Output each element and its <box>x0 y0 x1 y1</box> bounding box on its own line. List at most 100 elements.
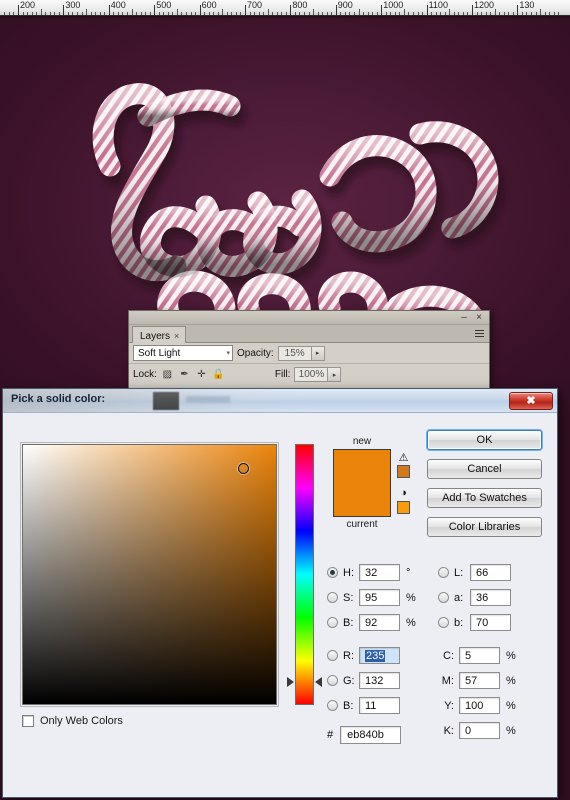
brightness-row[interactable]: B: 92 % <box>327 610 416 635</box>
hue-slider-handle-left[interactable] <box>287 677 294 687</box>
brightness-input[interactable]: 92 <box>359 614 400 631</box>
ruler-tick <box>390 12 392 15</box>
ruler-tick <box>490 12 492 15</box>
ruler-tick <box>36 12 38 15</box>
only-web-colors-row[interactable]: Only Web Colors <box>22 715 123 727</box>
hue-slider[interactable] <box>287 444 322 705</box>
ruler-tick <box>185 12 187 15</box>
blue-row[interactable]: B: 11 <box>327 693 400 718</box>
hue-slider-handle-right[interactable] <box>315 677 322 687</box>
yellow-row[interactable]: Y: 100 % <box>438 693 516 718</box>
ruler-tick <box>81 12 83 15</box>
fill-stepper[interactable]: ▸ <box>328 367 342 382</box>
lab-a-radio[interactable] <box>438 592 449 603</box>
brightness-label: B: <box>343 616 354 629</box>
ok-button[interactable]: OK <box>427 430 542 450</box>
blend-mode-value: Soft Light <box>138 347 181 359</box>
lightness-input[interactable]: 66 <box>470 564 511 581</box>
opacity-control[interactable]: 15% ▸ <box>277 345 325 361</box>
fill-control[interactable]: 100% ▸ <box>294 367 342 382</box>
cyan-row[interactable]: C: 5 % <box>438 643 516 668</box>
magenta-label: M: <box>441 674 454 687</box>
hue-radio[interactable] <box>327 567 338 578</box>
ruler-tick <box>272 12 274 15</box>
ruler-tick <box>167 12 169 15</box>
ruler-tick <box>367 12 369 15</box>
green-row[interactable]: G: 132 <box>327 668 400 693</box>
ruler-tick <box>249 12 251 15</box>
brightness-radio[interactable] <box>327 617 338 628</box>
cancel-button[interactable]: Cancel <box>427 459 542 479</box>
gamut-warning-swatch[interactable] <box>397 465 410 478</box>
cyan-input[interactable]: 5 <box>459 647 500 664</box>
color-field-marker[interactable] <box>238 463 249 474</box>
add-to-swatches-button[interactable]: Add To Swatches <box>427 488 542 508</box>
red-input[interactable]: 235 <box>359 647 400 664</box>
layers-panel-titlebar[interactable]: – × <box>129 311 489 325</box>
ruler-tick <box>326 12 328 15</box>
red-row[interactable]: R: 235 <box>327 643 400 668</box>
lab-b-label: b: <box>454 616 464 629</box>
minimize-icon[interactable]: – <box>459 313 469 323</box>
lab-b-row[interactable]: b: 70 <box>438 610 511 635</box>
web-safe-swatch[interactable] <box>397 501 410 514</box>
hue-spectrum-bar[interactable] <box>295 444 314 705</box>
lock-all-icon[interactable]: 🔒 <box>212 368 225 381</box>
ruler-tick <box>481 12 483 15</box>
black-input[interactable]: 0 <box>459 722 500 739</box>
layers-panel-tabrow[interactable]: Layers × <box>129 325 489 343</box>
tab-layers[interactable]: Layers × <box>132 326 187 343</box>
close-icon[interactable]: ✖ <box>509 392 553 410</box>
ruler-tick <box>245 5 246 15</box>
ruler-tick <box>508 12 510 15</box>
lightness-radio[interactable] <box>438 567 449 578</box>
only-web-colors-checkbox[interactable] <box>22 715 34 727</box>
ruler-label: 600 <box>201 0 217 10</box>
green-radio[interactable] <box>327 675 338 686</box>
blue-input[interactable]: 11 <box>359 697 400 714</box>
lab-b-input[interactable]: 70 <box>470 614 511 631</box>
new-current-color-swatch[interactable] <box>333 449 391 517</box>
web-safe-warning-icon[interactable]: ◑ <box>396 486 411 500</box>
ruler-tick <box>531 12 533 15</box>
gamut-warning-icon[interactable]: ⚠ <box>396 450 411 464</box>
lightness-row[interactable]: L: 66 <box>438 560 511 585</box>
lab-b-radio[interactable] <box>438 617 449 628</box>
ruler-tick <box>117 12 119 15</box>
fill-input[interactable]: 100% <box>294 367 329 382</box>
ruler-tick <box>86 9 88 15</box>
saturation-row[interactable]: S: 95 % <box>327 585 416 610</box>
saturation-radio[interactable] <box>327 592 338 603</box>
saturation-input[interactable]: 95 <box>359 589 400 606</box>
magenta-input[interactable]: 57 <box>459 672 500 689</box>
horizontal-ruler[interactable]: 200 300 400 500 600 700 800 900 1000 1100 1200 130 <box>0 0 570 16</box>
close-icon[interactable]: × <box>474 313 484 323</box>
tab-close-icon[interactable]: × <box>174 331 179 341</box>
blue-radio[interactable] <box>327 700 338 711</box>
lock-transparent-pixels-icon[interactable]: ▨ <box>161 368 174 381</box>
fill-label: Fill: <box>274 369 291 380</box>
saturation-brightness-field[interactable] <box>22 444 277 705</box>
hue-row[interactable]: H: 32 ° <box>327 560 416 585</box>
blend-mode-select[interactable]: Soft Light ▾ <box>133 345 233 361</box>
black-row[interactable]: K: 0 % <box>438 718 516 743</box>
color-libraries-button[interactable]: Color Libraries <box>427 517 542 537</box>
layers-panel[interactable]: – × Layers × Soft Light ▾ Opacity: 15% ▸… <box>128 310 490 390</box>
panel-menu-icon[interactable] <box>473 328 485 339</box>
hue-input[interactable]: 32 <box>359 564 400 581</box>
opacity-stepper[interactable]: ▸ <box>311 345 325 361</box>
lock-image-pixels-icon[interactable]: ✒ <box>178 368 191 381</box>
hex-input[interactable]: eb840b <box>340 726 402 744</box>
hex-row[interactable]: # eb840b <box>327 726 402 744</box>
opacity-input[interactable]: 15% <box>277 345 312 361</box>
magenta-row[interactable]: M: 57 % <box>438 668 516 693</box>
green-input[interactable]: 132 <box>359 672 400 689</box>
red-radio[interactable] <box>327 650 338 661</box>
hue-label: H: <box>343 566 354 579</box>
lock-position-icon[interactable]: ✛ <box>195 368 208 381</box>
rgb-fields: R: 235 G: 132 B: 11 <box>327 643 400 718</box>
yellow-input[interactable]: 100 <box>459 697 500 714</box>
lab-a-input[interactable]: 36 <box>470 589 511 606</box>
lab-a-row[interactable]: a: 36 <box>438 585 511 610</box>
dialog-titlebar[interactable]: Pick a solid color: ✖ <box>3 389 557 413</box>
